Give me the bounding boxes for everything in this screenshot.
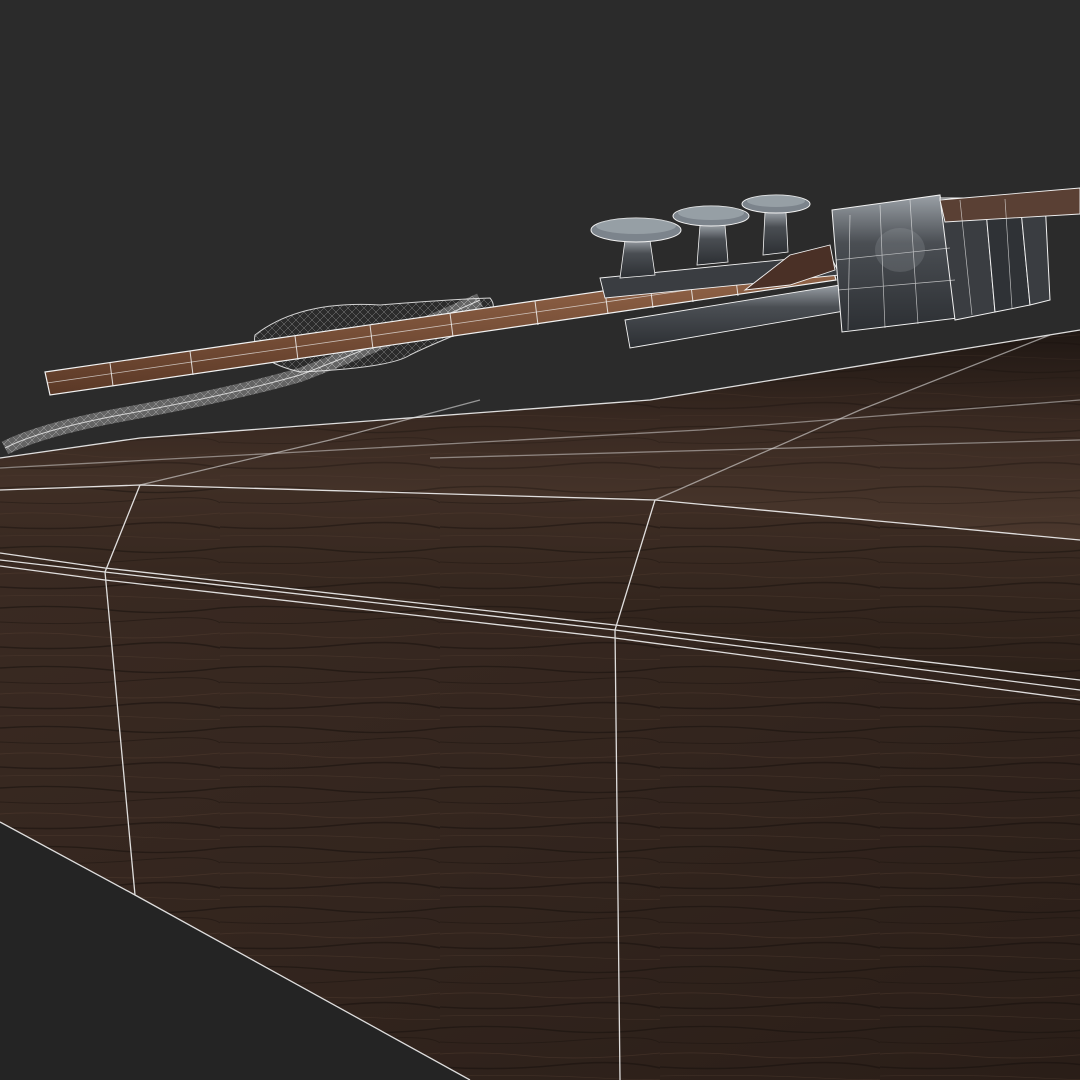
wooden-deck-block xyxy=(0,329,1080,1080)
render-viewport xyxy=(0,0,1080,1080)
scene-canvas xyxy=(0,0,1080,1080)
